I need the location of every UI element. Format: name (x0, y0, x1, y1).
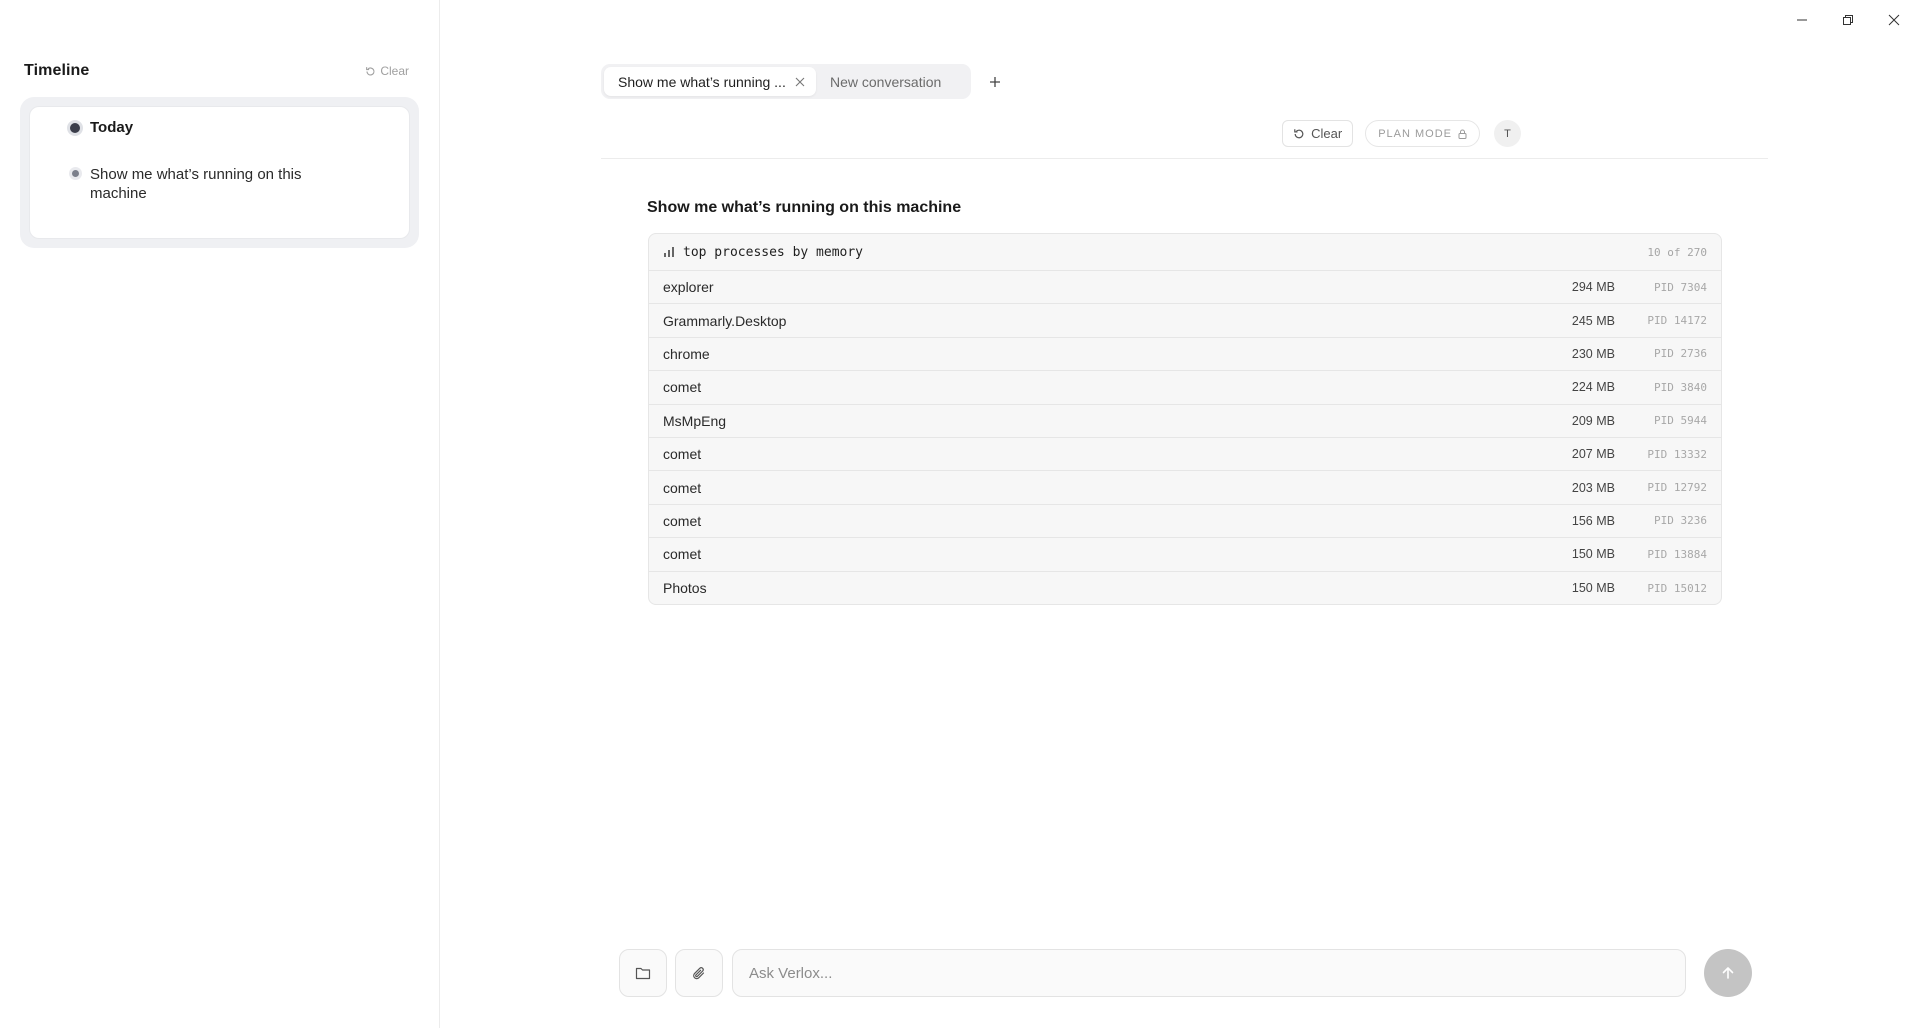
tab-active-conversation[interactable]: Show me what’s running ... (604, 67, 816, 96)
timeline-item-label: Show me what’s running on this machine (90, 166, 302, 202)
conversation-tabs: Show me what’s running ... New conversat… (601, 64, 971, 99)
sidebar-clear-button[interactable]: Clear (365, 64, 409, 78)
tab-label: Show me what’s running ... (618, 73, 786, 90)
process-pid: PID 5944 (1654, 414, 1707, 428)
restore-icon (1843, 15, 1853, 25)
lock-icon (1458, 129, 1467, 139)
clear-chat-button[interactable]: Clear (1282, 120, 1354, 147)
process-row: Grammarly.Desktop 245 MB PID 14172 (649, 304, 1721, 338)
close-icon (795, 77, 805, 86)
process-row: explorer 294 MB PID 7304 (649, 271, 1721, 305)
process-pid: PID 7304 (1654, 280, 1707, 294)
tab-close-button[interactable] (792, 74, 808, 90)
process-memory: 230 MB (1571, 346, 1615, 361)
clear-chat-label: Clear (1311, 126, 1343, 141)
message-input[interactable] (732, 949, 1686, 997)
sidebar-clear-label: Clear (380, 64, 409, 78)
add-tab-button[interactable] (984, 71, 1006, 93)
process-memory: 150 MB (1571, 547, 1615, 562)
process-panel-header: top processes by memory 10 of 270 (649, 234, 1721, 271)
chat-toolbar: Clear PLAN MODE T (1282, 120, 1521, 147)
window-controls (1779, 0, 1917, 40)
process-pid: PID 15012 (1647, 581, 1707, 595)
process-name: Grammarly.Desktop (663, 312, 787, 329)
header-divider (601, 158, 1768, 159)
timeline-card: Today Show me what’s running on this mac… (29, 106, 410, 239)
plus-icon (990, 77, 1000, 87)
process-count: 10 of 270 (1647, 245, 1707, 259)
refresh-icon (1294, 128, 1304, 138)
process-memory: 150 MB (1571, 581, 1615, 596)
folder-icon (635, 967, 651, 980)
process-name: comet (663, 512, 702, 529)
process-name: MsMpEng (663, 412, 727, 429)
process-name: chrome (663, 345, 710, 362)
process-name: comet (663, 446, 702, 463)
process-panel-title: top processes by memory (663, 245, 863, 260)
message-title: Show me what’s running on this machine (647, 199, 962, 216)
process-row: comet 156 MB PID 3236 (649, 505, 1721, 539)
process-pid: PID 2736 (1654, 347, 1707, 361)
restore-button[interactable] (1825, 0, 1871, 40)
process-memory: 294 MB (1571, 280, 1615, 295)
arrow-up-icon (1722, 967, 1734, 979)
process-name: comet (663, 546, 702, 563)
timeline-group-label: Today (90, 119, 134, 136)
process-row: Photos 150 MB PID 15012 (649, 572, 1721, 604)
process-row: comet 207 MB PID 13332 (649, 438, 1721, 472)
timeline-item[interactable]: Show me what’s running on this machine (72, 165, 372, 203)
process-memory: 203 MB (1571, 480, 1615, 495)
process-row: comet 224 MB PID 3840 (649, 371, 1721, 405)
plan-mode-label: PLAN MODE (1378, 127, 1452, 140)
process-pid: PID 12792 (1647, 481, 1707, 495)
process-name: explorer (663, 279, 714, 296)
process-panel: top processes by memory 10 of 270 explor… (648, 233, 1722, 605)
process-memory: 209 MB (1571, 413, 1615, 428)
close-button[interactable] (1871, 0, 1917, 40)
send-button[interactable] (1704, 949, 1752, 997)
attach-file-button[interactable] (675, 949, 723, 997)
close-icon (1888, 14, 1900, 26)
minimize-button[interactable] (1779, 0, 1825, 40)
process-name: Photos (663, 580, 707, 597)
bar-chart-icon (664, 247, 674, 257)
paperclip-icon (693, 966, 705, 979)
composer (619, 949, 1753, 997)
tab-label: New conversation (830, 73, 942, 90)
process-name: comet (663, 379, 702, 396)
process-panel-label: top processes by memory (683, 244, 864, 260)
avatar[interactable]: T (1494, 120, 1521, 147)
process-row: MsMpEng 209 MB PID 5944 (649, 405, 1721, 438)
timeline-item-dot-icon (72, 170, 79, 177)
process-pid: PID 14172 (1647, 314, 1707, 328)
minimize-icon (1797, 19, 1807, 21)
process-row: chrome 230 MB PID 2736 (649, 338, 1721, 372)
process-memory: 156 MB (1571, 513, 1615, 528)
process-memory: 224 MB (1571, 380, 1615, 395)
process-pid: PID 13884 (1647, 547, 1707, 561)
process-name: comet (663, 479, 702, 496)
sidebar-title: Timeline (24, 62, 90, 79)
open-folder-button[interactable] (619, 949, 667, 997)
tab-new-conversation[interactable]: New conversation (816, 67, 955, 96)
process-row: comet 150 MB PID 13884 (649, 538, 1721, 572)
process-pid: PID 13332 (1647, 447, 1707, 461)
process-list: explorer 294 MB PID 7304 Grammarly.Desktop… (649, 271, 1721, 604)
plan-mode-toggle[interactable]: PLAN MODE (1365, 120, 1480, 147)
process-pid: PID 3236 (1654, 514, 1707, 528)
process-memory: 207 MB (1571, 447, 1615, 462)
sidebar: Timeline Clear Today Show me what’s runn… (0, 0, 440, 1028)
process-row: comet 203 MB PID 12792 (649, 471, 1721, 505)
process-pid: PID 3840 (1654, 380, 1707, 394)
process-memory: 245 MB (1571, 313, 1615, 328)
timeline-group-today: Today (70, 119, 133, 136)
refresh-icon (366, 66, 375, 75)
timeline-dot-icon (70, 122, 80, 133)
sidebar-header: Timeline Clear (24, 62, 409, 80)
timeline-panel: Today Show me what’s running on this mac… (20, 97, 419, 248)
